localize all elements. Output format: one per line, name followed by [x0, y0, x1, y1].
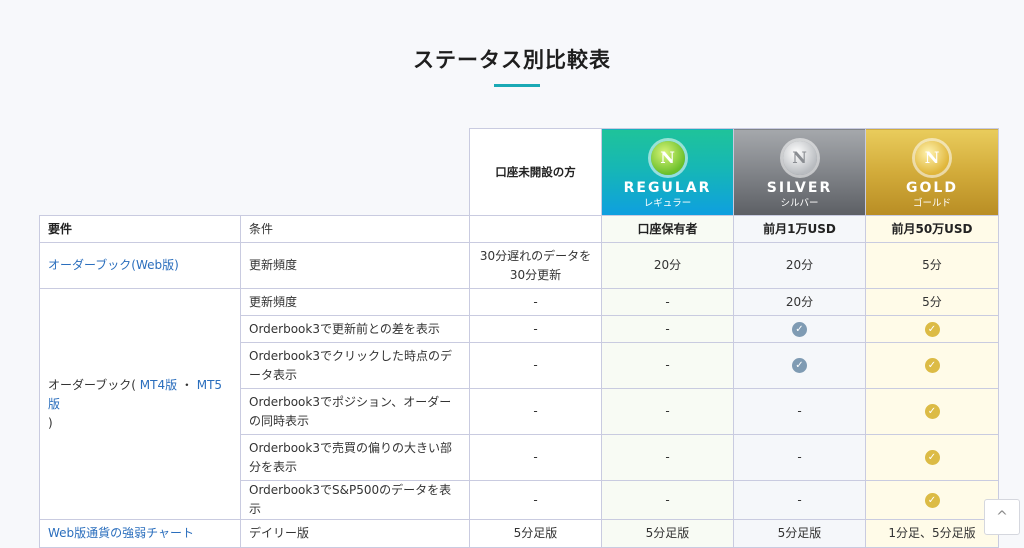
- scroll-to-top-button[interactable]: ^: [984, 499, 1020, 535]
- blank-cell: [241, 129, 470, 216]
- no-account-cell: -: [469, 434, 602, 481]
- tier-name-en: GOLD: [906, 179, 958, 196]
- no-account-cell: -: [469, 480, 602, 520]
- silver-requirement: 前月1万USD: [733, 215, 866, 243]
- silver-cell: 20分: [733, 288, 866, 316]
- regular-cell: 20分: [601, 242, 734, 289]
- silver-cell: -: [733, 388, 866, 435]
- mt4-link[interactable]: MT4版: [140, 378, 177, 392]
- requirement-label: 要件: [39, 215, 241, 243]
- section-text: ): [48, 415, 53, 430]
- section-separator: ・: [177, 377, 197, 392]
- section-label: Web版通貨の強弱チャート: [39, 519, 241, 548]
- no-account-cell: -: [469, 388, 602, 435]
- tier-header-row: 口座未開設の方 N REGULAR レギュラー N SILVER シルバー N …: [40, 128, 999, 216]
- condition-cell: Orderbook3でS&P500のデータを表示: [240, 480, 470, 520]
- gold-cell: 5分: [865, 242, 999, 289]
- title-underline: [494, 84, 540, 87]
- regular-cell: -: [601, 315, 734, 343]
- condition-cell: 更新頻度: [240, 242, 470, 289]
- gold-cell: ✓: [865, 342, 999, 389]
- silver-cell: ✓: [733, 315, 866, 343]
- orderbook-web-link[interactable]: オーダーブック(Web版): [48, 258, 179, 272]
- check-icon: ✓: [924, 492, 940, 508]
- gold-cell: ✓: [865, 434, 999, 481]
- regular-cell: -: [601, 434, 734, 481]
- tier-name-jp: レギュラー: [643, 197, 692, 209]
- no-account-cell: -: [469, 342, 602, 389]
- tier-name-en: SILVER: [766, 179, 833, 196]
- currency-strength-chart-link[interactable]: Web版通貨の強弱チャート: [48, 526, 194, 540]
- tier-name-jp: シルバー: [780, 197, 819, 209]
- section-label: オーダーブック(Web版): [39, 242, 241, 289]
- no-account-header: 口座未開設の方: [469, 128, 602, 216]
- table-row: Web版通貨の強弱チャート デイリー版 5分足版 5分足版 5分足版 1分足、5…: [39, 519, 999, 548]
- page-title: ステータス別比較表: [413, 48, 611, 72]
- section-text: オーダーブック(: [48, 377, 140, 392]
- gold-cell: ✓: [865, 388, 999, 435]
- gold-cell: ✓: [865, 480, 999, 520]
- coin-n-icon: N: [782, 140, 817, 175]
- coin-n-icon: N: [915, 140, 949, 175]
- no-account-label: [469, 215, 602, 243]
- condition-cell: Orderbook3で売買の偏りの大きい部分を表示: [240, 434, 470, 481]
- tier-header-silver: N SILVER シルバー: [733, 128, 866, 216]
- coin-n-icon: N: [650, 140, 685, 175]
- silver-cell: 20分: [733, 242, 866, 289]
- gold-cell: ✓: [865, 315, 999, 343]
- no-account-cell: -: [469, 315, 602, 343]
- status-comparison-table: 口座未開設の方 N REGULAR レギュラー N SILVER シルバー N …: [39, 128, 999, 548]
- condition-cell: デイリー版: [240, 519, 470, 548]
- regular-requirement: 口座保有者: [601, 215, 734, 243]
- condition-cell: Orderbook3で更新前との差を表示: [240, 315, 470, 343]
- condition-cell: Orderbook3でクリックした時点のデータ表示: [240, 342, 470, 389]
- tier-header-regular: N REGULAR レギュラー: [601, 128, 734, 216]
- check-icon: ✓: [924, 321, 940, 337]
- condition-cell: 更新頻度: [240, 288, 470, 316]
- check-icon: ✓: [924, 404, 940, 419]
- blank-cell: [40, 129, 241, 216]
- gold-cell: 5分: [865, 288, 999, 316]
- regular-cell: 5分足版: [601, 519, 734, 548]
- check-icon: ✓: [924, 358, 940, 373]
- table-row: オーダーブック( MT4版 ・ MT5版 ) 更新頻度 - - 20分 5分: [39, 288, 999, 520]
- tier-name-jp: ゴールド: [912, 197, 951, 209]
- no-account-cell: 30分遅れのデータを30分更新: [469, 242, 602, 289]
- no-account-cell: -: [469, 288, 602, 316]
- silver-cell: -: [733, 434, 866, 481]
- silver-cell: 5分足版: [733, 519, 866, 548]
- tier-header-gold: N GOLD ゴールド: [865, 128, 999, 216]
- table-row: オーダーブック(Web版) 更新頻度 30分遅れのデータを30分更新 20分 2…: [39, 242, 999, 289]
- condition-cell: Orderbook3でポジション、オーダーの同時表示: [240, 388, 470, 435]
- chevron-up-icon: ^: [996, 509, 1008, 525]
- regular-cell: -: [601, 288, 734, 316]
- section-label: オーダーブック( MT4版 ・ MT5版 ): [39, 288, 241, 520]
- silver-cell: -: [733, 480, 866, 520]
- condition-label: 条件: [240, 215, 470, 243]
- no-account-cell: 5分足版: [469, 519, 602, 548]
- check-icon: ✓: [792, 358, 807, 373]
- gold-cell: 1分足、5分足版: [865, 519, 999, 548]
- regular-cell: -: [601, 480, 734, 520]
- silver-cell: ✓: [733, 342, 866, 389]
- gold-requirement: 前月50万USD: [865, 215, 999, 243]
- tier-name-en: REGULAR: [623, 179, 712, 196]
- regular-cell: -: [601, 342, 734, 389]
- check-icon: ✓: [924, 450, 940, 465]
- regular-cell: -: [601, 388, 734, 435]
- label-row: 要件 条件 口座保有者 前月1万USD 前月50万USD: [39, 215, 999, 243]
- check-icon: ✓: [792, 321, 807, 337]
